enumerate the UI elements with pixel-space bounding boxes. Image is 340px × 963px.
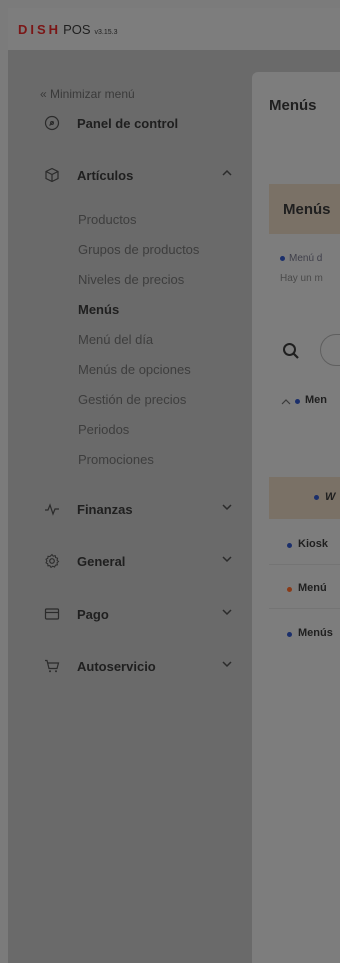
sidebar-item-articulos[interactable]: Artículos: [8, 164, 252, 186]
search-icon[interactable]: [282, 342, 300, 360]
divider: [269, 564, 340, 565]
info-line-2: Hay un m: [280, 273, 323, 284]
tree-row-label: Menú: [298, 582, 327, 594]
status-dot: [295, 399, 300, 404]
card-icon: [44, 608, 60, 620]
menus-card-header: Menús: [269, 184, 340, 234]
sidebar-subitem-gestion-de-precios[interactable]: Gestión de precios: [78, 392, 186, 407]
status-dot: [287, 543, 292, 548]
minimize-menu-link[interactable]: « Minimizar menú: [40, 87, 135, 101]
chevron-down-icon[interactable]: [221, 606, 233, 618]
sidebar-item-label: Artículos: [77, 167, 134, 183]
top-bar: DISH POS v3.15.3: [8, 8, 340, 50]
sidebar-item-label: Finanzas: [77, 501, 133, 517]
sidebar-item-autoservicio[interactable]: Autoservicio: [8, 655, 252, 677]
sidebar-item-panel-de-control[interactable]: Panel de control: [8, 112, 252, 134]
chevron-up-icon[interactable]: [281, 397, 291, 407]
logo-pos-text: POS: [63, 22, 91, 37]
sidebar-subitem-niveles-de-precios[interactable]: Niveles de precios: [78, 272, 184, 287]
chevron-down-icon[interactable]: [221, 501, 233, 513]
chevron-down-icon[interactable]: [221, 658, 233, 670]
cart-icon: [45, 659, 60, 673]
info-line-1: Menú d: [280, 253, 322, 264]
tree-row-label: Kiosk: [298, 538, 328, 550]
chevron-up-icon[interactable]: [221, 167, 233, 179]
status-dot: [314, 495, 319, 500]
chevron-down-icon[interactable]: [221, 553, 233, 565]
sidebar-item-general[interactable]: General: [8, 550, 252, 572]
logo-dish-text: DISH: [18, 22, 62, 37]
sidebar-subitem-promociones[interactable]: Promociones: [78, 452, 154, 467]
search-input[interactable]: [320, 334, 340, 366]
sidebar-subitem-menu-del-dia[interactable]: Menú del día: [78, 332, 153, 347]
tree-row-label: W: [325, 491, 336, 503]
app-logo[interactable]: DISH POS v3.15.3: [18, 22, 118, 37]
page-title: Menús: [269, 97, 317, 114]
card-title: Menús: [283, 201, 331, 218]
sidebar-item-label: Pago: [77, 606, 109, 622]
info-text-1: Menú d: [289, 253, 323, 264]
status-dot: [287, 632, 292, 637]
status-dot: [280, 255, 285, 261]
sidebar-subitem-menus[interactable]: Menús: [78, 302, 119, 317]
tree-row-selected[interactable]: W: [269, 477, 340, 519]
divider: [269, 608, 340, 609]
sidebar-item-pago[interactable]: Pago: [8, 603, 252, 625]
status-dot: [287, 587, 292, 592]
tree-row-label: Men: [305, 394, 327, 406]
sidebar-subitem-periodos[interactable]: Periodos: [78, 422, 129, 437]
sidebar-item-label: Autoservicio: [77, 658, 156, 674]
app-frame: DISH POS v3.15.3 « Minimizar menú Panel de…: [8, 8, 340, 963]
tree-row-label: Menús: [298, 627, 333, 639]
sidebar-subitem-productos[interactable]: Productos: [78, 212, 137, 227]
sidebar-subitem-grupos-de-productos[interactable]: Grupos de productos: [78, 242, 199, 257]
version-label: v3.15.3: [94, 29, 118, 36]
activity-icon: [45, 503, 59, 516]
gear-icon: [45, 553, 60, 569]
sidebar-item-label: Panel de control: [77, 115, 179, 131]
sidebar-item-finanzas[interactable]: Finanzas: [8, 498, 252, 520]
sidebar-subitem-menus-de-opciones[interactable]: Menús de opciones: [78, 362, 191, 377]
sidebar: « Minimizar menú Panel de control Artícu…: [8, 50, 252, 963]
box-icon: [45, 167, 59, 183]
dashboard-icon: [44, 115, 60, 131]
main-panel: Menús Menús Menú d Hay un m Men W Kiosk …: [252, 72, 340, 963]
sidebar-item-label: General: [77, 553, 126, 569]
